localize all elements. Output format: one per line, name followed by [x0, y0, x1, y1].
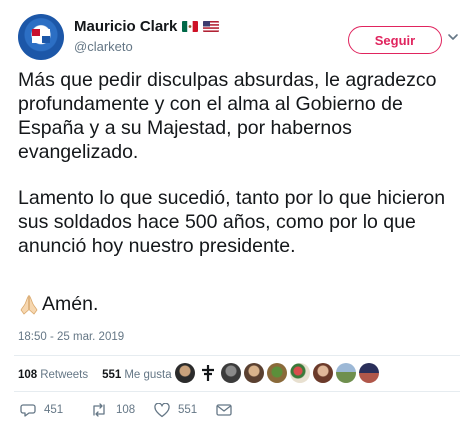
retweet-icon: [93, 403, 105, 417]
retweets-label: Retweets: [40, 369, 89, 381]
tweet-header: Mauricio Clark @clarketo Seguir: [18, 14, 458, 64]
like-action[interactable]: 551: [154, 402, 216, 418]
tweet-paragraph-1: Más que pedir disculpas absurdas, le agr…: [18, 69, 437, 163]
mexico-flag-icon: [182, 21, 199, 32]
closing-text: Amén.: [42, 293, 99, 315]
likes-stat[interactable]: 551 Me gusta: [102, 369, 172, 381]
usa-flag-icon: [203, 21, 220, 32]
divider: [14, 355, 460, 356]
avatar-emblem-icon: [32, 29, 50, 43]
heart-icon: [154, 402, 170, 417]
liker-avatar[interactable]: [290, 363, 310, 383]
author-handle[interactable]: @clarketo: [74, 39, 133, 54]
liker-avatar[interactable]: [359, 363, 379, 383]
author-name-row: Mauricio Clark: [74, 18, 220, 35]
liker-avatar[interactable]: [221, 363, 241, 383]
like-count: 551: [178, 404, 198, 416]
retweets-stat[interactable]: 108 Retweets: [18, 369, 88, 381]
liker-avatar[interactable]: [244, 363, 264, 383]
retweets-count: 108: [18, 369, 38, 381]
likes-label: Me gusta: [124, 369, 172, 381]
liker-avatar[interactable]: [313, 363, 333, 383]
divider: [14, 391, 460, 392]
liker-avatar[interactable]: [267, 363, 287, 383]
tweet-timestamp[interactable]: 18:50 - 25 mar. 2019: [18, 331, 124, 343]
liker-avatar[interactable]: [175, 363, 195, 383]
author-name[interactable]: Mauricio Clark: [74, 18, 177, 35]
engagement-stats: 108 Retweets 551 Me gusta: [18, 363, 458, 387]
tweet-text: Más que pedir disculpas absurdas, le agr…: [18, 68, 458, 258]
tweet-actions: 451 108 551: [18, 400, 458, 420]
likes-count: 551: [102, 369, 122, 381]
retweet-action[interactable]: 108: [90, 402, 154, 418]
liker-avatar[interactable]: [336, 363, 356, 383]
liker-avatar[interactable]: [198, 363, 218, 383]
reply-action[interactable]: 451: [20, 402, 90, 418]
tweet-closing: Amén.: [18, 293, 98, 316]
chevron-down-icon[interactable]: [446, 30, 460, 44]
likers-avatars: [175, 363, 379, 383]
retweet-count: 108: [116, 404, 136, 416]
reply-icon: [20, 404, 36, 417]
envelope-icon: [216, 404, 232, 416]
follow-button[interactable]: Seguir: [348, 26, 442, 54]
praying-hands-icon: [20, 294, 38, 315]
reply-count: 451: [44, 404, 64, 416]
tweet-paragraph-2: Lamento lo que sucedió, tanto por lo que…: [18, 187, 446, 257]
message-action[interactable]: [216, 403, 232, 417]
author-avatar[interactable]: [18, 14, 64, 60]
